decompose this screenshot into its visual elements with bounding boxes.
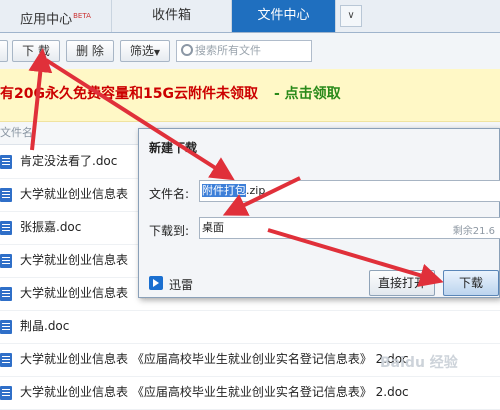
tab-more-dropdown[interactable]: ∨: [340, 5, 362, 27]
beta-badge: BETA: [73, 12, 91, 20]
xunlei-label: 迅雷: [169, 278, 194, 292]
chevron-down-icon: ∨: [347, 10, 355, 21]
tab-inbox-label: 收件箱: [151, 8, 191, 23]
doc-file-icon: [0, 353, 12, 367]
dialog-download-button[interactable]: 下载: [443, 270, 499, 296]
tab-app-center-label: 应用中心: [20, 12, 73, 28]
toolbar-partial-button[interactable]: [0, 40, 8, 62]
doc-file-icon: [0, 221, 12, 235]
free-space-text: 剩余21.6: [452, 226, 495, 237]
search-input[interactable]: 搜索所有文件: [176, 40, 312, 62]
xunlei-logo-icon: [149, 276, 163, 290]
direct-open-button[interactable]: 直接打开: [369, 270, 435, 296]
file-name: 大学就业创业信息表 《应: [20, 286, 156, 300]
file-name: 张振嘉.doc: [20, 220, 82, 234]
new-download-dialog: 新建下载 文件名: 附件打包.zip 下载到: 桌面 剩余21.6 迅雷 直接打…: [138, 128, 500, 298]
saveto-label: 下载到:: [149, 224, 190, 238]
tab-app-center[interactable]: 应用中心BETA: [0, 0, 112, 32]
download-button[interactable]: 下 载: [12, 40, 60, 62]
notice-text: 有20G永久免费容量和15G云附件未领取: [0, 86, 258, 102]
search-icon: [181, 44, 193, 56]
doc-file-icon: [0, 287, 12, 301]
tab-file-center[interactable]: 文件中心: [232, 0, 336, 32]
tab-inbox[interactable]: 收件箱: [112, 0, 232, 32]
list-item[interactable]: 荆晶.doc: [0, 310, 500, 344]
doc-file-icon: [0, 254, 12, 268]
doc-file-icon: [0, 155, 12, 169]
file-name: 大学就业创业信息表 《应: [20, 253, 156, 267]
list-item[interactable]: 大学就业创业信息表 《应届高校毕业生就业创业实名登记信息表》 2.doc: [0, 376, 500, 410]
dialog-title: 新建下载: [149, 141, 198, 155]
saveto-value: 桌面: [202, 221, 224, 234]
search-placeholder: 搜索所有文件: [195, 44, 261, 57]
filter-dropdown[interactable]: 筛选▼: [120, 40, 170, 62]
toolbar: 下 载 删 除 筛选▼ 搜索所有文件: [0, 33, 500, 69]
file-name: 大学就业创业信息表 《应届高校毕业生就业创业实名登记信息表》 2.doc: [20, 352, 409, 366]
dropdown-arrow-icon: ▼: [153, 48, 161, 57]
filename-input[interactable]: 附件打包.zip: [199, 180, 500, 202]
filter-label: 筛选: [129, 44, 154, 58]
filename-label: 文件名:: [149, 187, 190, 201]
tab-bar: 应用中心BETA 收件箱 文件中心 ∨: [0, 0, 500, 33]
filename-extension: .zip: [246, 184, 266, 197]
tab-file-center-label: 文件中心: [257, 8, 310, 23]
file-name: 大学就业创业信息表 《应: [20, 187, 156, 201]
filename-column-header: 文件名: [0, 126, 33, 139]
delete-button[interactable]: 删 除: [66, 40, 114, 62]
file-name: 肯定没法看了.doc: [20, 154, 118, 168]
watermark: Baidu 经验: [380, 355, 458, 371]
file-name: 荆晶.doc: [20, 319, 70, 333]
notice-bar: 有20G永久免费容量和15G云附件未领取 - 点击领取: [0, 69, 500, 122]
claim-link[interactable]: - 点击领取: [274, 83, 341, 103]
doc-file-icon: [0, 320, 12, 334]
filename-selected-text: 附件打包: [202, 184, 246, 197]
doc-file-icon: [0, 188, 12, 202]
doc-file-icon: [0, 386, 12, 400]
file-name: 大学就业创业信息表 《应届高校毕业生就业创业实名登记信息表》 2.doc: [20, 385, 409, 399]
